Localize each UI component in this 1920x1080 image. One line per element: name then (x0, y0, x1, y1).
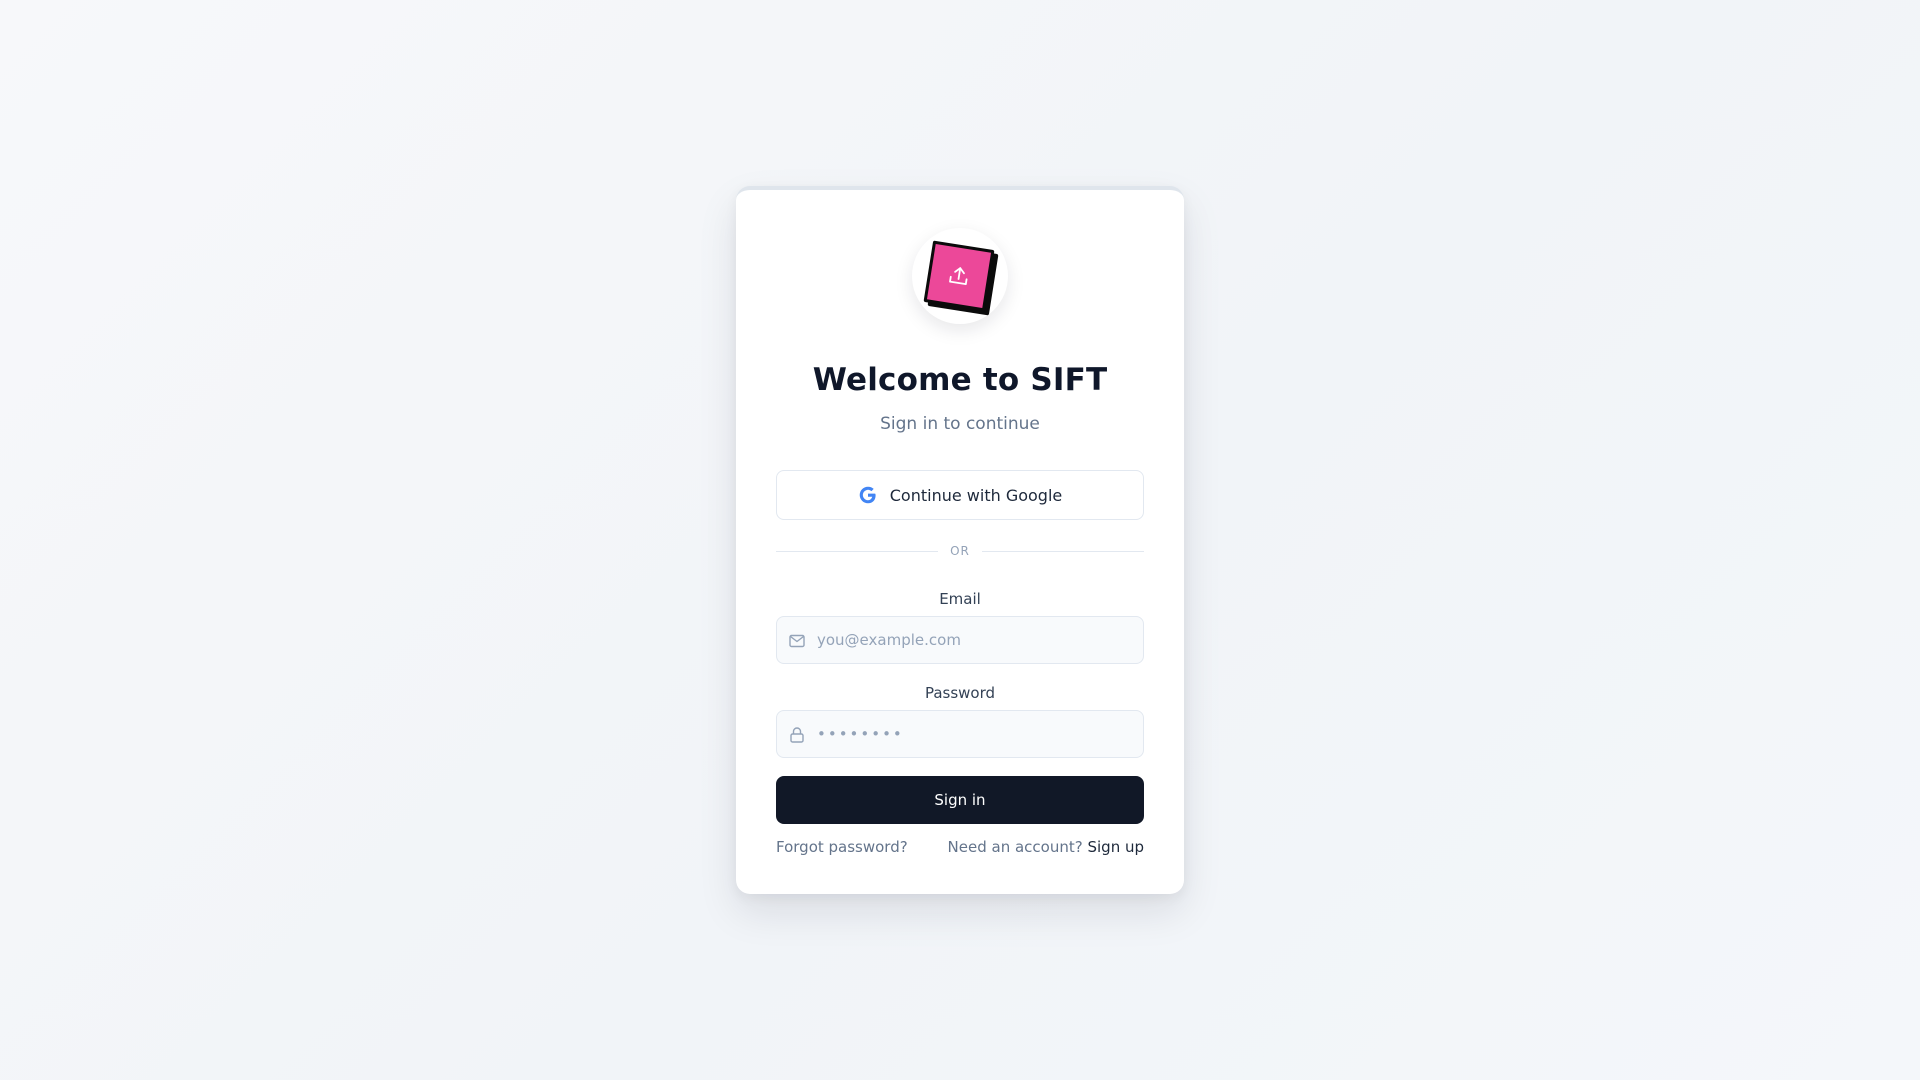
email-field-wrapper (776, 616, 1144, 664)
signup-prompt: Need an account? Sign up (948, 838, 1144, 856)
password-field-wrapper (776, 710, 1144, 758)
google-icon (859, 486, 876, 504)
email-label: Email (939, 590, 981, 608)
login-card: Welcome to SIFT Sign in to continue Cont… (736, 186, 1184, 894)
sign-in-button[interactable]: Sign in (776, 776, 1144, 824)
need-account-text: Need an account? (947, 838, 1083, 856)
email-field[interactable] (817, 617, 1133, 663)
upload-icon (949, 267, 968, 286)
login-card-body: Welcome to SIFT Sign in to continue Cont… (776, 190, 1145, 894)
divider-line-right (981, 550, 1145, 552)
password-label: Password (924, 684, 996, 702)
divider-line-left (776, 550, 939, 552)
or-divider: OR (776, 543, 1145, 559)
form-footer: Forgot password? Need an account? Sign u… (776, 838, 1144, 856)
or-label: OR (950, 544, 970, 558)
lock-icon (790, 727, 804, 743)
forgot-password-link[interactable]: Forgot password? (776, 838, 908, 856)
google-signin-button[interactable]: Continue with Google (776, 470, 1144, 520)
page-title: Welcome to SIFT (812, 362, 1108, 398)
mail-icon (789, 634, 805, 648)
google-signin-label: Continue with Google (889, 485, 1063, 505)
logo-tile (923, 240, 995, 312)
app-logo (912, 228, 1008, 324)
sign-up-link[interactable]: Sign up (1087, 838, 1144, 856)
password-field[interactable] (817, 711, 1133, 757)
page-subtitle: Sign in to continue (880, 414, 1040, 434)
